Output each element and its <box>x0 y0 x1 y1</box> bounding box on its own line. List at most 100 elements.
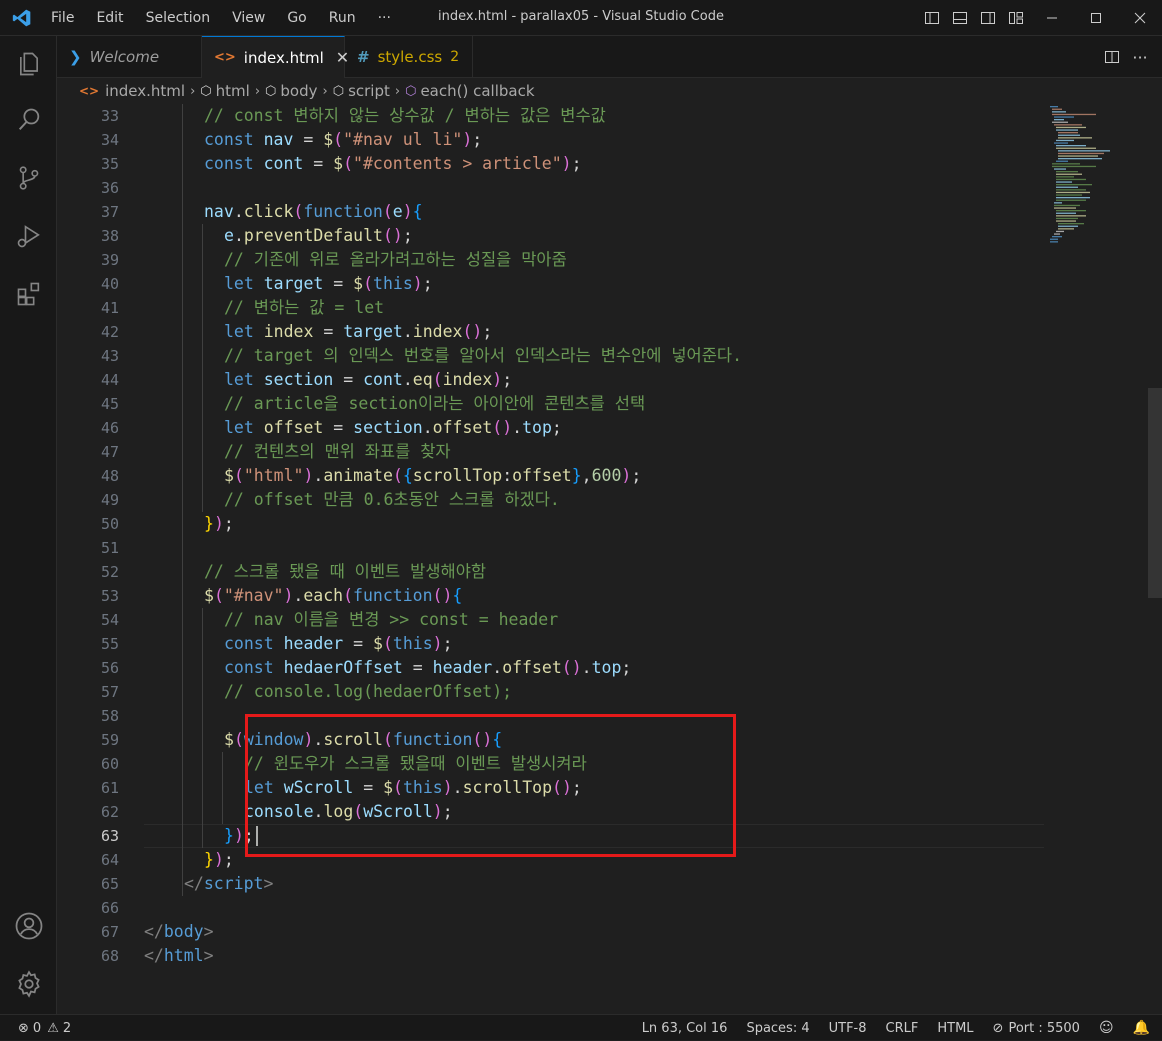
line-number: 37 <box>100 203 119 221</box>
code-line[interactable]: const cont = $("#contents > article"); <box>204 152 582 176</box>
code-line[interactable]: let index = target.index(); <box>224 320 492 344</box>
toggle-primary-sidebar-icon[interactable] <box>918 0 946 36</box>
line-number: 55 <box>100 635 119 653</box>
minimap-line <box>1058 158 1102 160</box>
feedback-icon[interactable]: ☺ <box>1099 1020 1114 1036</box>
code-line[interactable]: let wScroll = $(this).scrollTop(); <box>244 776 582 800</box>
menu-go[interactable]: Go <box>276 10 317 26</box>
minimap-line <box>1052 165 1096 168</box>
code-line[interactable]: $("html").animate({scrollTop:offset},600… <box>224 464 641 488</box>
breadcrumb-each-callback[interactable]: each() callback <box>420 82 534 100</box>
code-line[interactable]: }); <box>224 824 254 848</box>
code-line[interactable]: // const 변하지 않는 상수값 / 변하는 값은 변수값 <box>204 104 606 128</box>
live-server-port[interactable]: ⊘ Port : 5500 <box>993 1021 1080 1036</box>
breadcrumb-body[interactable]: body <box>280 82 317 100</box>
line-number: 59 <box>100 731 119 749</box>
menu-selection[interactable]: Selection <box>135 10 222 26</box>
menu-edit[interactable]: Edit <box>85 10 134 26</box>
warning-count[interactable]: 2 <box>63 1021 71 1036</box>
code-line[interactable]: let section = cont.eq(index); <box>224 368 512 392</box>
code-line[interactable]: const nav = $("#nav ul li"); <box>204 128 482 152</box>
more-actions-icon[interactable]: ··· <box>1126 39 1154 75</box>
symbol-icon: ⬡ <box>332 83 345 99</box>
code-line[interactable]: let target = $(this); <box>224 272 433 296</box>
toggle-secondary-sidebar-icon[interactable] <box>974 0 1002 36</box>
breadcrumb-file[interactable]: index.html <box>105 82 185 100</box>
minimap-line <box>1058 137 1092 139</box>
code-line[interactable]: </script> <box>184 872 273 896</box>
code-line[interactable]: // offset 만큼 0.6초동안 스크롤 하겠다. <box>224 488 560 512</box>
extensions-icon[interactable] <box>0 270 57 318</box>
indentation[interactable]: Spaces: 4 <box>746 1021 809 1036</box>
manage-gear-icon[interactable] <box>0 960 57 1008</box>
error-icon[interactable]: ⊗ <box>18 1021 29 1036</box>
maximize-icon[interactable] <box>1074 0 1118 36</box>
code-line[interactable]: // console.log(hedaerOffset); <box>224 680 512 704</box>
minimap-line <box>1056 145 1086 147</box>
code-line[interactable]: // 윈도우가 스크롤 됐을때 이벤트 발생시켜라 <box>244 752 587 776</box>
customize-layout-icon[interactable] <box>1002 0 1030 36</box>
source-control-icon[interactable] <box>0 154 57 202</box>
line-number: 68 <box>100 947 119 965</box>
code-line[interactable]: e.preventDefault(); <box>224 224 413 248</box>
menu-run[interactable]: Run <box>318 10 367 26</box>
code-line[interactable]: // target 의 인덱스 번호를 알아서 인덱스라는 변수안에 넣어준다. <box>224 344 742 368</box>
code-line[interactable]: const hedaerOffset = header.offset().top… <box>224 656 631 680</box>
minimap-line <box>1054 207 1076 209</box>
code-line[interactable]: </html> <box>144 944 214 968</box>
status-bar: ⊗ 0 ⚠ 2 Ln 63, Col 16 Spaces: 4 UTF-8 CR… <box>0 1014 1162 1040</box>
menu-more[interactable]: ··· <box>367 10 402 26</box>
line-number: 52 <box>100 563 119 581</box>
encoding[interactable]: UTF-8 <box>829 1021 867 1036</box>
code-line[interactable]: // nav 이름을 변경 >> const = header <box>224 608 558 632</box>
code-line[interactable]: </body> <box>144 920 214 944</box>
tab-index-html[interactable]: <> index.html ✕ <box>202 36 349 78</box>
minimap-line <box>1056 220 1076 222</box>
minimize-icon[interactable] <box>1030 0 1074 36</box>
code-line[interactable]: $("#nav").each(function(){ <box>204 584 462 608</box>
minimap-line <box>1056 215 1086 217</box>
split-editor-icon[interactable] <box>1098 39 1126 75</box>
code-line[interactable]: // 컨텐츠의 맨위 좌표를 찾자 <box>224 440 451 464</box>
warning-icon[interactable]: ⚠ <box>47 1021 59 1036</box>
line-number: 65 <box>100 875 119 893</box>
breadcrumb-html[interactable]: html <box>216 82 250 100</box>
error-count[interactable]: 0 <box>33 1021 41 1036</box>
accounts-icon[interactable] <box>0 902 57 950</box>
cursor-position[interactable]: Ln 63, Col 16 <box>642 1021 728 1036</box>
close-window-icon[interactable] <box>1118 0 1162 36</box>
code-line[interactable]: // article을 section이라는 아이안에 콘텐츠를 선택 <box>224 392 645 416</box>
search-icon[interactable] <box>0 96 57 144</box>
code-line[interactable]: const header = $(this); <box>224 632 453 656</box>
code-line[interactable]: }); <box>204 848 234 872</box>
chevron-right-icon: › <box>322 83 328 99</box>
code-area[interactable]: // const 변하지 않는 상수값 / 변하는 값은 변수값 const na… <box>144 104 1044 1014</box>
code-line[interactable]: $(window).scroll(function(){ <box>224 728 502 752</box>
code-line[interactable]: // 기존에 위로 올라가려고하는 성질을 막아줌 <box>224 248 567 272</box>
line-number: 42 <box>100 323 119 341</box>
run-debug-icon[interactable] <box>0 212 57 260</box>
notifications-bell-icon[interactable]: 🔔 <box>1133 1020 1150 1036</box>
code-line[interactable]: }); <box>204 512 234 536</box>
end-of-line[interactable]: CRLF <box>886 1021 919 1036</box>
language-mode[interactable]: HTML <box>937 1021 973 1036</box>
tab-style-css[interactable]: # style.css 2 <box>345 36 473 78</box>
toggle-panel-icon[interactable] <box>946 0 974 36</box>
code-line[interactable]: console.log(wScroll); <box>244 800 453 824</box>
code-line[interactable]: nav.click(function(e){ <box>204 200 423 224</box>
explorer-icon[interactable] <box>0 40 57 88</box>
scrollbar-thumb[interactable] <box>1148 388 1162 598</box>
menu-view[interactable]: View <box>221 10 276 26</box>
code-line[interactable]: // 스크롤 됐을 때 이벤트 발생해야함 <box>204 560 486 584</box>
code-line[interactable]: // 변하는 값 = let <box>224 296 384 320</box>
menu-file[interactable]: File <box>40 10 85 26</box>
tab-welcome[interactable]: ❯ Welcome <box>57 36 202 78</box>
code-line[interactable]: let offset = section.offset().top; <box>224 416 562 440</box>
breadcrumb-script[interactable]: script <box>348 82 390 100</box>
indent-guide <box>202 224 203 512</box>
chevron-right-icon: › <box>190 83 196 99</box>
minimap[interactable] <box>1044 104 1149 244</box>
code-editor[interactable]: 33 34 35 36 37 38 39 40 41 42 43 44 45 46 47 48 49 50 51 52… <box>57 104 1162 1014</box>
line-number: 48 <box>100 467 119 485</box>
minimap-line <box>1056 178 1086 181</box>
